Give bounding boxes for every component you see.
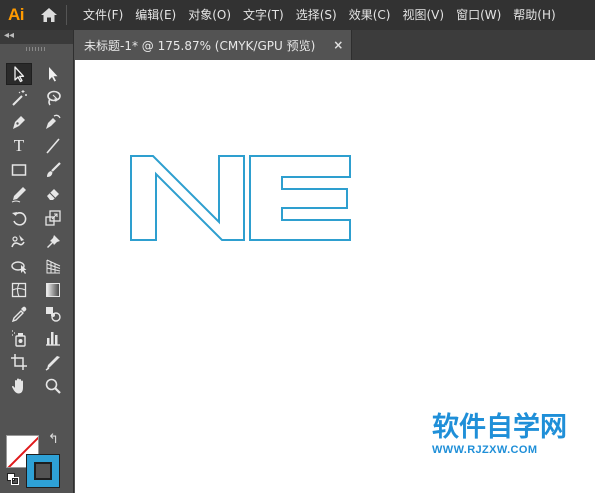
artboard-icon [11,354,27,370]
zoom-tool[interactable] [40,375,66,397]
stroke-swatch-center [34,462,52,480]
home-icon [41,8,57,22]
rotate-icon [12,212,27,226]
curvature-pen-icon [46,114,61,129]
blend-icon [46,307,61,322]
gradient-tool[interactable] [40,279,66,301]
column-graph-tool[interactable] [40,327,66,349]
letter-n-outline[interactable] [130,155,245,241]
document-tab-bar: 未标题-1* @ 175.87% (CMYK/GPU 预览) × [74,30,595,60]
menu-help[interactable]: 帮助(H) [507,0,561,30]
pen-icon [13,116,25,129]
stroke-color-swatch[interactable] [26,454,60,488]
home-button[interactable] [32,0,66,30]
selection-arrow-icon [14,66,25,83]
warp-icon [11,235,25,248]
menu-bar: Ai 文件(F) 编辑(E) 对象(O) 文字(T) 选择(S) 效果(C) 视… [0,0,595,30]
pushpin-icon [47,235,60,248]
type-tool[interactable]: T [6,135,32,157]
menu-object[interactable]: 对象(O) [182,0,237,30]
artboard-tool[interactable] [6,351,32,373]
scale-icon [45,210,61,226]
watermark-url: WWW.RJZXW.COM [432,444,538,456]
direct-selection-tool[interactable] [40,63,66,85]
menu-file[interactable]: 文件(F) [77,0,129,30]
paintbrush-icon [47,162,61,177]
panel-grip-icon[interactable] [26,47,46,51]
mesh-tool[interactable] [6,279,32,301]
symbol-sprayer-icon [12,330,26,347]
swap-fill-stroke-icon[interactable]: ↰ [48,432,59,447]
free-transform-icon [11,261,27,274]
document-tab-title: 未标题-1* @ 175.87% (CMYK/GPU 预览) [84,38,316,53]
menu-select[interactable]: 选择(S) [290,0,343,30]
menu-items: 文件(F) 编辑(E) 对象(O) 文字(T) 选择(S) 效果(C) 视图(V… [77,0,562,30]
gradient-icon [46,283,60,297]
zoom-icon [45,378,61,394]
menu-view[interactable]: 视图(V) [396,0,450,30]
app-logo: Ai [8,5,25,24]
hand-tool[interactable] [6,375,32,397]
warp-tool[interactable] [6,231,32,253]
rectangle-icon [11,164,27,176]
tools-panel: ◂◂ T ↰ [0,30,74,493]
pencil-icon [11,187,26,203]
collapse-icon[interactable]: ◂◂ [4,30,14,42]
eyedropper-tool[interactable] [6,303,32,325]
column-graph-icon [46,332,60,346]
eraser-tool[interactable] [40,183,66,205]
mesh-icon [11,282,27,298]
pencil-tool[interactable] [6,183,32,205]
magic-wand-tool[interactable] [6,87,32,109]
line-segment-tool[interactable] [40,135,66,157]
type-icon: T [13,136,25,155]
paintbrush-tool[interactable] [40,159,66,181]
watermark: 软件自学网 WWW.RJZXW.COM [432,412,582,456]
perspective-grid-icon [46,259,61,274]
direct-selection-arrow-icon [49,67,58,82]
slice-tool[interactable] [40,351,66,373]
curvature-tool[interactable] [40,111,66,133]
menu-edit[interactable]: 编辑(E) [129,0,182,30]
lasso-icon [47,90,61,106]
watermark-title: 软件自学网 [432,412,567,443]
perspective-grid-tool[interactable] [40,255,66,277]
rotate-tool[interactable] [6,207,32,229]
menu-effect[interactable]: 效果(C) [343,0,397,30]
selection-tool[interactable] [6,63,32,85]
default-fill-stroke-icon[interactable] [7,473,19,485]
magic-wand-icon [12,90,27,106]
hand-icon [11,378,23,394]
eyedropper-icon [11,306,27,323]
pen-tool[interactable] [6,111,32,133]
slice-knife-icon [45,356,60,371]
menu-separator [66,5,67,25]
eraser-icon [47,189,59,200]
blend-tool[interactable] [40,303,66,325]
scale-tool[interactable] [40,207,66,229]
illustrator-window: Ai 文件(F) 编辑(E) 对象(O) 文字(T) 选择(S) 效果(C) 视… [0,0,595,493]
line-icon [46,138,60,154]
symbol-sprayer-tool[interactable] [6,327,32,349]
document-tab[interactable]: 未标题-1* @ 175.87% (CMYK/GPU 预览) × [74,30,353,60]
free-transform-tool[interactable] [6,255,32,277]
menu-type[interactable]: 文字(T) [237,0,290,30]
puppet-warp-tool[interactable] [40,231,66,253]
letter-e-outline[interactable] [249,155,351,241]
close-icon[interactable]: × [333,38,343,52]
lasso-tool[interactable] [40,87,66,109]
menu-window[interactable]: 窗口(W) [450,0,507,30]
tools-panel-header[interactable]: ◂◂ [0,30,73,44]
rectangle-tool[interactable] [6,159,32,181]
